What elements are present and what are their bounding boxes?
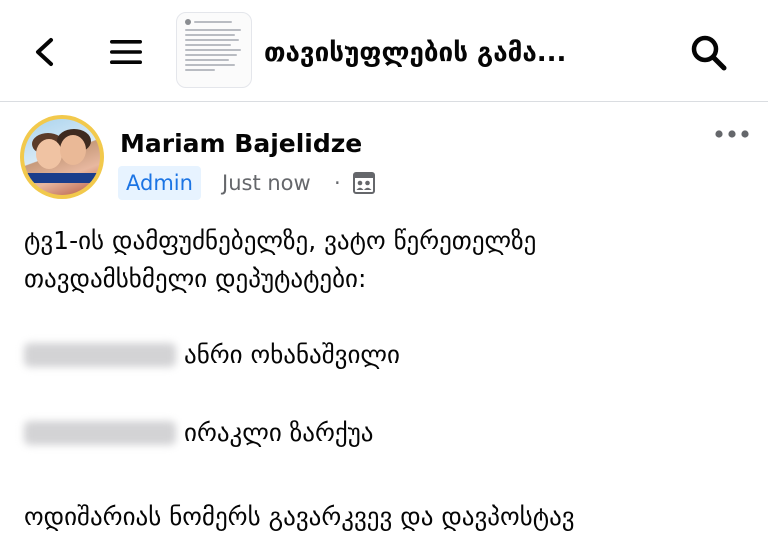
avatar-frame-banner <box>24 173 100 183</box>
admin-badge: Admin <box>118 166 201 200</box>
list-item: ანრი ოხანაშვილი <box>24 336 400 374</box>
post-text-closing-line: ოდიშარიას ნომერს გავარკვევ და დავპოსტავ <box>24 502 575 531</box>
avatar-photo <box>24 119 100 195</box>
group-cover-thumbnail[interactable] <box>176 12 252 88</box>
thumbnail-header <box>185 19 243 25</box>
meta-separator: · <box>334 171 341 195</box>
search-button[interactable] <box>686 30 732 76</box>
author-avatar[interactable] <box>20 115 104 199</box>
hamburger-menu-icon <box>110 40 142 64</box>
post-text-line: თავდამსხმელი დეპუტატები: <box>24 264 367 293</box>
post-text-line: ტვ1-ის დამფუძნებელზე, ვატო წერეთელზე <box>24 226 537 255</box>
blurred-phone-number <box>24 421 176 445</box>
more-options-button[interactable] <box>710 120 754 148</box>
author-name[interactable]: Mariam Bajelidze <box>120 128 362 160</box>
deputy-name: ირაკლი ზარქუა <box>184 418 374 447</box>
menu-button[interactable] <box>104 30 148 74</box>
post-timestamp[interactable]: Just now <box>222 168 311 198</box>
back-button[interactable] <box>24 30 64 74</box>
search-icon <box>691 35 727 71</box>
group-audience-icon <box>353 172 375 194</box>
blurred-phone-number <box>24 343 176 367</box>
deputy-name: ანრი ოხანაშვილი <box>184 340 400 369</box>
back-arrow-icon <box>36 38 53 66</box>
list-item: ირაკლი ზარქუა <box>24 414 373 452</box>
top-app-bar: თავისუფლების გამა... <box>0 0 768 102</box>
more-options-icon <box>715 130 749 138</box>
group-title[interactable]: თავისუფლების გამა... <box>264 36 644 70</box>
post-text: ტვ1-ის დამფუძნებელზე, ვატო წერეთელზე თავ… <box>24 222 744 298</box>
